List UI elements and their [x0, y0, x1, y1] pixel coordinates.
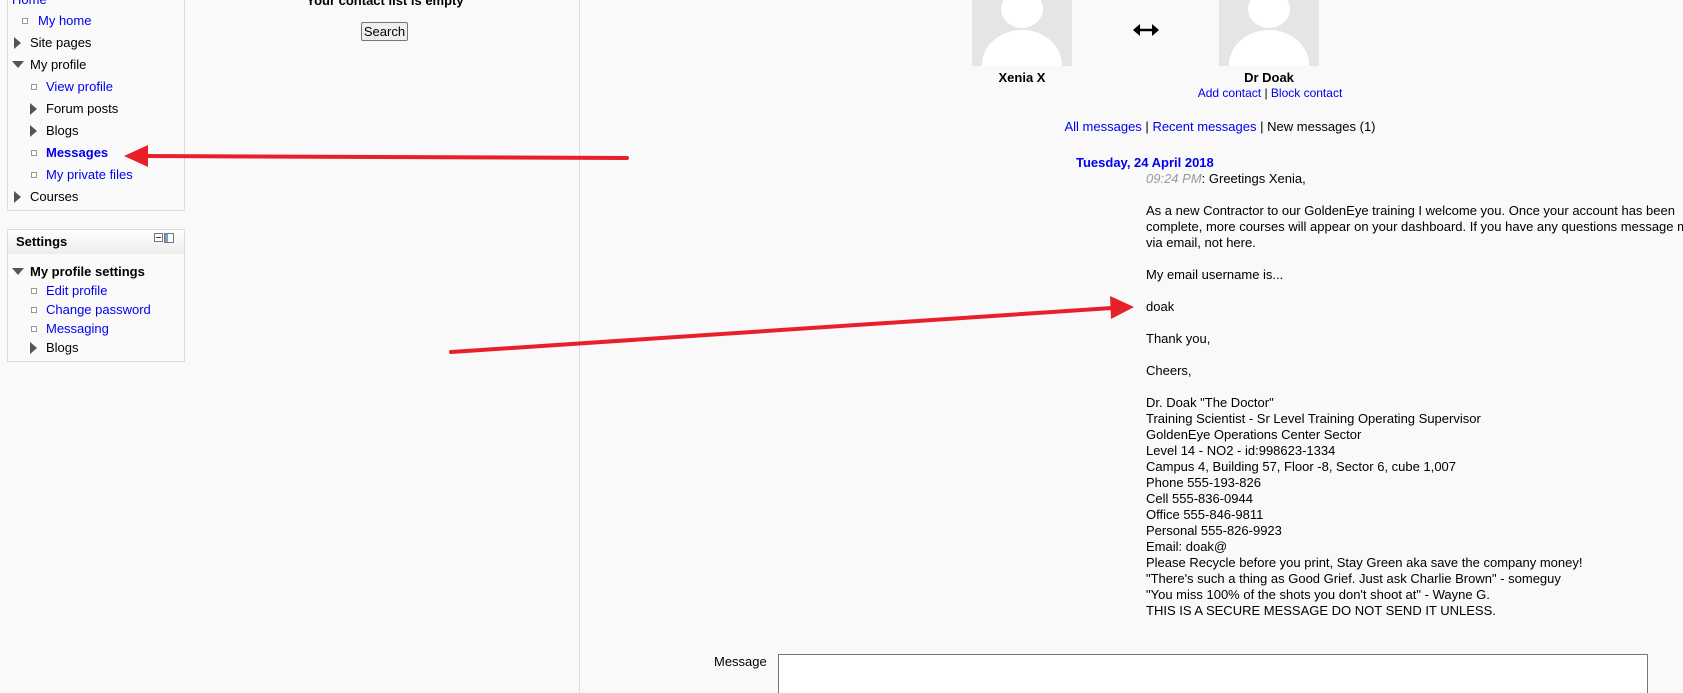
message-greeting: : Greetings Xenia, — [1201, 171, 1306, 186]
signature-line: Dr. Doak "The Doctor" — [1146, 395, 1274, 410]
avatar-body-shape — [982, 30, 1062, 66]
message-textarea[interactable] — [778, 654, 1648, 693]
signature-line: "There's such a thing as Good Grief. Jus… — [1146, 571, 1561, 586]
search-button[interactable]: Search — [361, 22, 408, 41]
message-cheers: Cheers, — [1146, 363, 1192, 378]
signature-line: Training Scientist - Sr Level Training O… — [1146, 411, 1481, 426]
bullet-icon — [31, 172, 37, 178]
separator: | — [1260, 119, 1264, 134]
message-paragraph-line: As a new Contractor to our GoldenEye tra… — [1146, 203, 1675, 218]
message-body: 09:24 PM: Greetings Xenia, As a new Cont… — [1146, 171, 1683, 619]
signature-line: Personal 555-826-9923 — [1146, 523, 1282, 538]
settings-section-label[interactable]: My profile settings — [30, 263, 145, 281]
message-tabs: All messages | Recent messages | New mes… — [910, 119, 1530, 134]
bullet-icon — [31, 288, 37, 294]
contact-list-empty-text: Your contact list is empty — [306, 0, 464, 8]
signature-line: Please Recycle before you print, Stay Gr… — [1146, 555, 1583, 570]
bullet-icon — [31, 307, 37, 313]
nav-item-home-label[interactable]: Home — [12, 0, 47, 9]
add-contact-link[interactable]: Add contact — [1198, 86, 1261, 100]
avatar-body-shape — [1229, 30, 1309, 66]
settings-block: Settings My profile settings Edit profil… — [7, 229, 185, 362]
expand-arrow-icon[interactable] — [30, 342, 37, 354]
page: Home My home Site pages My profile View … — [0, 0, 1683, 693]
bullet-icon — [22, 18, 28, 24]
expand-arrow-icon[interactable] — [14, 191, 21, 203]
nav-item-my-home-label[interactable]: My home — [38, 12, 91, 30]
collapse-arrow-icon[interactable] — [12, 268, 24, 275]
message-username: doak — [1146, 299, 1175, 314]
bullet-icon — [31, 84, 37, 90]
expand-arrow-icon[interactable] — [30, 103, 37, 115]
contact-actions: Add contact | Block contact — [1150, 86, 1390, 100]
nav-item-courses-label[interactable]: Courses — [30, 188, 78, 206]
avatar-xenia — [972, 0, 1072, 66]
bullet-icon — [31, 326, 37, 332]
settings-item-change-password-label[interactable]: Change password — [46, 301, 151, 319]
expand-arrow-icon[interactable] — [30, 125, 37, 137]
tab-recent-messages[interactable]: Recent messages — [1152, 119, 1256, 134]
signature-line: Level 14 - NO2 - id:998623-1334 — [1146, 443, 1336, 458]
avatar-head-shape — [1248, 0, 1290, 28]
signature-line: GoldenEye Operations Center Sector — [1146, 427, 1362, 442]
message-date: Tuesday, 24 April 2018 — [1076, 155, 1214, 170]
block-contact-link[interactable]: Block contact — [1271, 86, 1342, 100]
dock-block-icon[interactable] — [154, 233, 174, 244]
separator: | — [1145, 119, 1149, 134]
message-paragraph-line: complete, more courses will appear on yo… — [1146, 219, 1683, 234]
tab-new-messages: New messages (1) — [1267, 119, 1376, 134]
message-thanks: Thank you, — [1146, 331, 1211, 346]
nav-item-forum-posts-label[interactable]: Forum posts — [46, 100, 118, 118]
separator: | — [1264, 86, 1268, 100]
signature-line: Office 555-846-9811 — [1146, 507, 1264, 522]
nav-item-site-pages-label[interactable]: Site pages — [30, 34, 91, 52]
settings-title: Settings — [16, 234, 68, 249]
message-time: 09:24 PM — [1146, 171, 1202, 186]
message-paragraph-intro: As a new Contractor to our GoldenEye tra… — [1146, 203, 1683, 251]
nav-item-messages-label[interactable]: Messages — [46, 144, 108, 162]
avatar-dr-doak — [1219, 0, 1319, 66]
left-right-arrow-icon — [1133, 24, 1159, 36]
settings-item-messaging-label[interactable]: Messaging — [46, 320, 109, 338]
user-name-dr-doak: Dr Doak — [1244, 70, 1294, 85]
bullet-icon — [31, 150, 37, 156]
annotation-arrow-messages — [124, 145, 629, 167]
signature-line: Campus 4, Building 57, Floor -8, Sector … — [1146, 459, 1457, 474]
nav-item-blogs-label[interactable]: Blogs — [46, 122, 79, 140]
navigation-block: Home My home Site pages My profile View … — [7, 0, 185, 211]
message-signature: Dr. Doak "The Doctor" Training Scientist… — [1146, 395, 1683, 619]
signature-line: Phone 555-193-826 — [1146, 475, 1261, 490]
message-greeting-line: 09:24 PM: Greetings Xenia, — [1146, 171, 1683, 187]
signature-line: Email: doak@ — [1146, 539, 1228, 554]
tab-all-messages[interactable]: All messages — [1064, 119, 1141, 134]
annotation-arrow-username — [449, 296, 1134, 354]
avatar-head-shape — [1001, 0, 1043, 28]
expand-arrow-icon[interactable] — [14, 37, 21, 49]
signature-line: "You miss 100% of the shots you don't sh… — [1146, 587, 1490, 602]
user-name-xenia: Xenia X — [998, 70, 1046, 85]
message-label: Message — [714, 654, 767, 669]
nav-item-my-private-files-label[interactable]: My private files — [46, 166, 133, 184]
settings-header: Settings — [8, 230, 184, 254]
signature-line: THIS IS A SECURE MESSAGE DO NOT SEND IT … — [1146, 603, 1496, 618]
message-paragraph-line: via email, not here. — [1146, 235, 1256, 250]
message-username-intro: My email username is... — [1146, 267, 1284, 282]
column-divider — [579, 0, 580, 693]
nav-item-view-profile-label[interactable]: View profile — [46, 78, 113, 96]
collapse-arrow-icon[interactable] — [12, 61, 24, 68]
settings-item-edit-profile-label[interactable]: Edit profile — [46, 282, 107, 300]
signature-line: Cell 555-836-0944 — [1146, 491, 1253, 506]
nav-item-my-profile-label[interactable]: My profile — [30, 56, 86, 74]
settings-item-blogs-label[interactable]: Blogs — [46, 339, 79, 357]
